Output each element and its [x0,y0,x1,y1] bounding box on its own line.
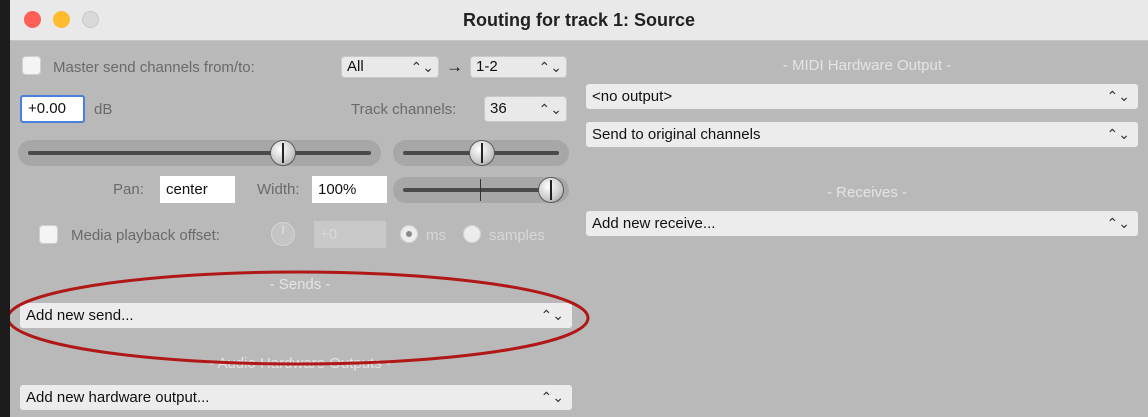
routing-window: Routing for track 1: Source Master send … [10,0,1148,417]
annotation-ellipse [10,270,590,366]
